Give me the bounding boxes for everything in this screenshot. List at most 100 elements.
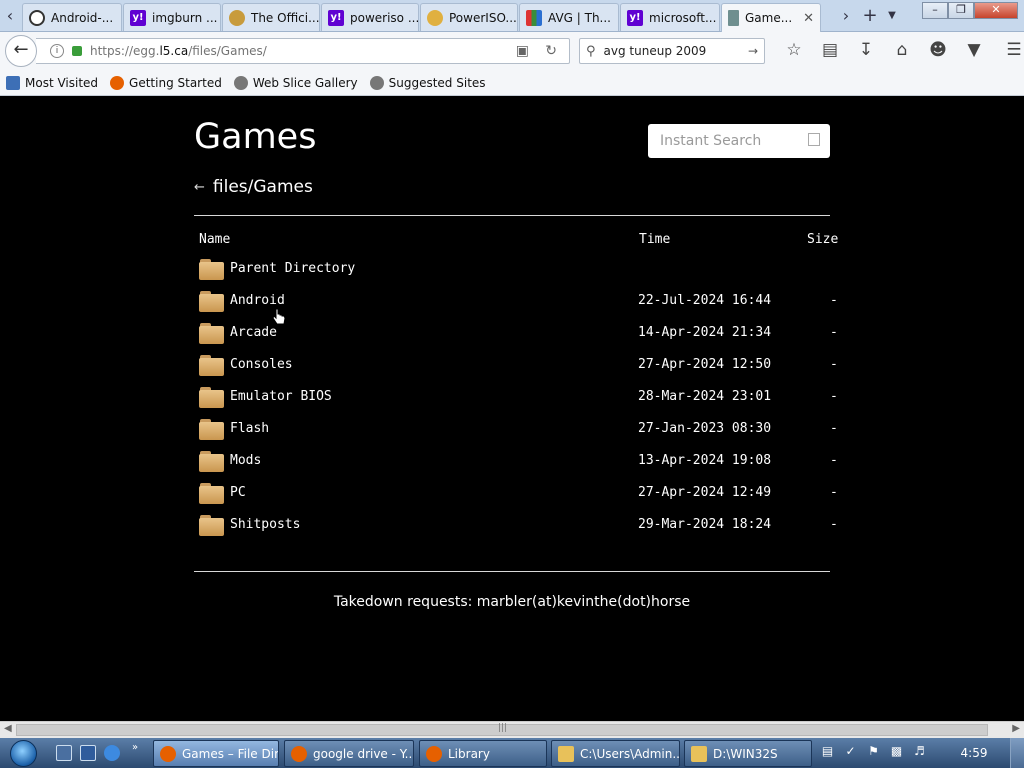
- taskbar-item-games[interactable]: Games – File Dir...: [153, 740, 279, 767]
- tab-label: PowerISO...: [449, 10, 517, 25]
- security-tray-icon[interactable]: ✓: [841, 744, 860, 761]
- scroll-left-icon[interactable]: ◀: [4, 723, 12, 734]
- task-label: Games – File Dir...: [182, 746, 279, 761]
- home-icon[interactable]: ⌂: [884, 40, 920, 60]
- tab-games[interactable]: Game... ✕: [721, 3, 821, 32]
- file-name-link[interactable]: Arcade: [230, 325, 277, 340]
- tab-poweriso-search[interactable]: y! poweriso ...: [321, 3, 419, 31]
- downloads-icon[interactable]: ↧: [848, 40, 884, 60]
- table-row[interactable]: Mods 13-Apr-2024 19:08 -: [199, 449, 849, 481]
- show-desktop-button[interactable]: [1010, 738, 1024, 768]
- bookmark-web-slice-gallery[interactable]: Web Slice Gallery: [233, 75, 358, 90]
- folder-icon: [558, 745, 574, 762]
- quick-launch-more-icon[interactable]: »: [132, 742, 142, 758]
- document-tray-icon[interactable]: ▤: [818, 744, 837, 761]
- firefox-icon: [160, 745, 176, 762]
- info-icon[interactable]: i: [50, 44, 64, 58]
- action-center-flag-icon[interactable]: ⚑: [864, 744, 883, 761]
- breadcrumb: ← files/Games: [194, 177, 313, 197]
- close-tab-icon[interactable]: ✕: [797, 11, 814, 26]
- file-name-link[interactable]: Flash: [230, 421, 269, 436]
- clock[interactable]: 4:59: [952, 746, 996, 760]
- table-row[interactable]: PC 27-Apr-2024 12:49 -: [199, 481, 849, 513]
- table-row[interactable]: Emulator BIOS 28-Mar-2024 23:01 -: [199, 385, 849, 417]
- pocket-icon[interactable]: ▼: [956, 40, 992, 60]
- reload-icon[interactable]: ↻: [545, 43, 557, 59]
- horizontal-scrollbar[interactable]: ◀ ||| ▶: [0, 721, 1024, 738]
- table-row[interactable]: Android 22-Jul-2024 16:44 -: [199, 289, 849, 321]
- restore-icon[interactable]: ❐: [948, 2, 974, 19]
- tab-the-official[interactable]: The Offici...: [222, 3, 320, 31]
- internet-explorer-icon[interactable]: [104, 745, 120, 761]
- folder-icon: [199, 483, 224, 504]
- file-name-link[interactable]: Parent Directory: [230, 261, 355, 276]
- taskbar: » Games – File Dir... google drive - Y..…: [0, 738, 1024, 768]
- footer-divider: [194, 571, 830, 572]
- reader-view-icon[interactable]: ▣: [516, 43, 529, 59]
- column-header-time[interactable]: Time: [639, 232, 670, 247]
- back-button[interactable]: ←: [5, 35, 37, 67]
- file-size: -: [830, 293, 838, 308]
- table-row[interactable]: Consoles 27-Apr-2024 12:50 -: [199, 353, 849, 385]
- bookmark-getting-started[interactable]: Getting Started: [110, 75, 222, 90]
- bookmark-star-icon[interactable]: ☆: [776, 40, 812, 60]
- navigation-bar: i https://egg.l5.ca/files/Games/ ▣ ↻ ← ⚲…: [0, 32, 1024, 70]
- tab-avg[interactable]: AVG | Th...: [519, 3, 619, 31]
- folder-icon: [199, 387, 224, 408]
- tab-android[interactable]: Android-...: [22, 3, 122, 31]
- folder-icon: [691, 745, 707, 762]
- volume-icon[interactable]: ♬: [910, 744, 929, 761]
- tab-imgburn[interactable]: y! imgburn ...: [123, 3, 221, 31]
- tab-label: poweriso ...: [350, 10, 419, 25]
- file-name-link[interactable]: Emulator BIOS: [230, 389, 332, 404]
- yahoo-icon: y!: [627, 9, 643, 26]
- folder-icon: [199, 355, 224, 376]
- table-row[interactable]: Flash 27-Jan-2023 08:30 -: [199, 417, 849, 449]
- menu-icon[interactable]: ☰: [996, 40, 1024, 60]
- bookmark-suggested-sites[interactable]: Suggested Sites: [369, 75, 486, 90]
- start-button[interactable]: [4, 738, 44, 768]
- file-name-link[interactable]: Shitposts: [230, 517, 300, 532]
- bookmarks-list-icon[interactable]: ▤: [812, 40, 848, 60]
- task-label: google drive - Y...: [313, 746, 414, 761]
- tab-label: Game...: [745, 11, 793, 25]
- show-desktop-icon[interactable]: [56, 745, 72, 761]
- task-label: Library: [448, 746, 490, 761]
- file-name-link[interactable]: Mods: [230, 453, 261, 468]
- switch-windows-icon[interactable]: [80, 745, 96, 761]
- file-name-link[interactable]: Android: [230, 293, 285, 308]
- url-bar[interactable]: i https://egg.l5.ca/files/Games/ ▣ ↻: [36, 38, 570, 64]
- search-bar[interactable]: ⚲ avg tuneup 2009 →: [579, 38, 765, 64]
- tab-list-icon[interactable]: ▼: [882, 2, 902, 30]
- avg-icon: [526, 9, 542, 26]
- file-time: 27-Apr-2024 12:49: [638, 485, 772, 500]
- table-row[interactable]: Arcade 14-Apr-2024 21:34 -: [199, 321, 849, 353]
- network-icon[interactable]: ▩: [887, 744, 906, 761]
- taskbar-item-users-folder[interactable]: C:\Users\Admin...: [551, 740, 680, 767]
- tab-label: imgburn ...: [152, 10, 218, 25]
- column-header-name[interactable]: Name: [199, 232, 230, 247]
- back-arrow-icon[interactable]: ←: [194, 180, 205, 195]
- taskbar-item-library[interactable]: Library: [419, 740, 547, 767]
- smiley-icon[interactable]: ☻: [920, 40, 956, 60]
- file-name-link[interactable]: Consoles: [230, 357, 293, 372]
- file-name-link[interactable]: PC: [230, 485, 246, 500]
- scroll-right-icon[interactable]: ▶: [1012, 723, 1020, 734]
- window-close-icon[interactable]: ✕: [974, 2, 1018, 19]
- minimize-icon[interactable]: –: [922, 2, 948, 19]
- url-text[interactable]: https://egg.l5.ca/files/Games/: [90, 44, 267, 58]
- column-header-size[interactable]: Size: [807, 232, 838, 247]
- tab-microsoft[interactable]: y! microsoft...: [620, 3, 720, 31]
- taskbar-item-google-drive[interactable]: google drive - Y...: [284, 740, 414, 767]
- instant-search-input[interactable]: Instant Search: [648, 124, 830, 158]
- circle-logo-icon: [29, 9, 45, 26]
- taskbar-item-win32s[interactable]: D:\WIN32S: [684, 740, 812, 767]
- tab-scroll-left-icon[interactable]: ‹: [0, 2, 20, 30]
- table-row[interactable]: Shitposts 29-Mar-2024 18:24 -: [199, 513, 849, 545]
- tab-poweriso[interactable]: PowerISO...: [420, 3, 518, 31]
- parent-directory-row[interactable]: Parent Directory: [199, 257, 849, 289]
- new-tab-icon[interactable]: +: [860, 2, 880, 30]
- search-go-icon[interactable]: →: [748, 44, 758, 58]
- tab-scroll-right-icon[interactable]: ›: [836, 2, 856, 30]
- bookmark-most-visited[interactable]: Most Visited: [6, 75, 98, 90]
